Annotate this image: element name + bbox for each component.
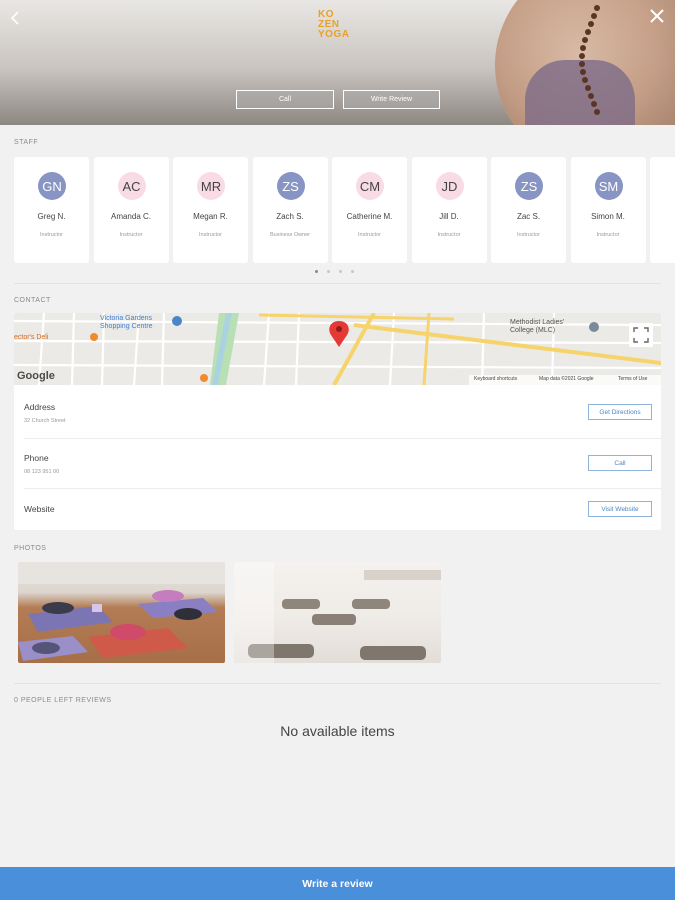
call-phone-button[interactable]: Call [588,455,652,471]
staff-role: Instructor [517,232,540,238]
staff-name: Amanda C. [110,212,152,221]
write-a-review-button[interactable]: Write a review [0,867,675,900]
address-title: Address [24,402,56,412]
staff-role: Instructor [358,232,381,238]
phone-value: 08 123 951 00 [24,469,60,475]
pagination-dot[interactable] [315,270,318,273]
avatar: GN [38,172,66,200]
phone-row: Phone 08 123 951 00 Call [14,438,661,488]
staff-role: Business Owner [269,232,311,238]
staff-card[interactable]: ZS Zach S. Business Owner [252,157,328,263]
staff-card[interactable]: SM Simon M. Instructor [570,157,646,263]
hero-banner: KO ZEN YOGA Call Write Review [0,0,675,125]
contact-section-label: CONTACT [14,297,51,304]
staff-role: Instructor [199,232,222,238]
avatar: SM [594,172,623,200]
avatar: JD [435,172,464,200]
get-directions-button[interactable]: Get Directions [588,404,652,420]
staff-role: Instructor [119,232,143,238]
staff-name: Simon M. [591,212,625,221]
website-row: Website Visit Website [14,488,661,530]
staff-name: Catherine M. [346,212,393,221]
staff-card[interactable]: AC Amanda C. Instructor [93,157,169,263]
staff-card-partial[interactable] [650,157,675,263]
staff-name: Greg N. [37,212,66,221]
staff-role: Instructor [596,232,620,238]
staff-role: Instructor [40,232,63,238]
keyboard-shortcuts-link[interactable]: Keyboard shortcuts [474,376,517,382]
staff-card[interactable]: GN Greg N. Instructor [14,157,89,263]
staff-card[interactable]: JD Jill D. Instructor [411,157,487,263]
reviews-section-label: 0 PEOPLE LEFT REVIEWS [14,697,112,704]
studio-photo-yoga-class[interactable] [18,562,225,663]
map-label-college: Methodist Ladies' College (MLC) [510,319,565,334]
call-button[interactable]: Call [236,90,334,109]
yoga-class-illustration [18,562,225,661]
map-view[interactable]: Victoria Gardens Shopping Centre ector's… [14,313,661,385]
staff-name: Jill D. [439,212,459,221]
staff-carousel[interactable]: GN Greg N. Instructor AC Amanda C. Instructor… [14,157,675,263]
staff-section-label: STAFF [14,139,39,146]
bolsters-illustration [234,562,441,663]
pagination-dot[interactable] [351,270,354,273]
carousel-pagination [315,270,354,273]
avatar: MR [197,172,225,200]
map-label-deli: ector's Deli [14,334,49,341]
map-data-attribution: Map data ©2021 Google [539,376,594,382]
map-label-shopping: Victoria Gardens Shopping Centre [100,315,153,330]
visit-website-button[interactable]: Visit Website [588,501,652,517]
logo-line: YOGA [318,29,350,40]
photos-section-label: PHOTOS [14,545,47,552]
divider [14,283,661,284]
staff-name: Zach S. [276,212,304,221]
kozen-yoga-logo: KO ZEN YOGA [318,10,358,50]
pagination-dot[interactable] [327,270,330,273]
website-title: Website [24,504,55,514]
terms-of-use-link[interactable]: Terms of Use [618,376,647,382]
staff-name: Megan R. [193,212,228,221]
staff-card[interactable]: CM Catherine M. Instructor [332,157,407,263]
studio-photo-bolsters[interactable] [234,562,441,663]
avatar: CM [356,172,384,200]
staff-card[interactable]: MR Megan R. Instructor [173,157,248,263]
staff-card[interactable]: ZS Zac S. Instructor [491,157,566,263]
staff-name: Zac S. [516,212,541,221]
pagination-dot[interactable] [339,270,342,273]
back-arrow-icon[interactable] [6,8,26,28]
avatar: ZS [276,172,305,200]
divider [14,683,661,684]
address-row: Address 32 Church Street Get Directions [14,385,661,435]
address-value: 32 Church Street [24,418,66,424]
avatar: AC [117,172,146,200]
write-review-button[interactable]: Write Review [343,90,440,109]
google-logo: Google [17,370,55,382]
close-icon[interactable] [647,6,667,26]
staff-role: Instructor [437,232,461,238]
contact-card: Victoria Gardens Shopping Centre ector's… [14,313,661,530]
beads-decoration [579,5,600,115]
avatar: ZS [515,172,543,200]
empty-reviews-message: No available items [280,723,395,739]
phone-title: Phone [24,453,49,463]
